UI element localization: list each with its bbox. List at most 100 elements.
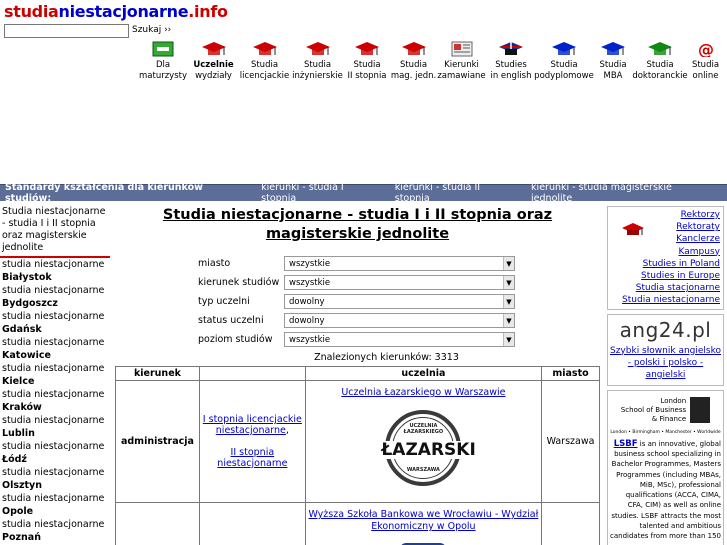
filter-row: kierunek studiów wszystkie ▼ [198, 273, 600, 292]
nav-item-11[interactable]: @ Studia online [686, 40, 725, 82]
search-input[interactable] [4, 24, 129, 38]
site-logo[interactable]: studianiestacjonarne.info [4, 2, 228, 21]
sidebar-city-item[interactable]: studia niestacjonarne Opole [0, 493, 110, 518]
nav-item-0[interactable]: Dla maturzysty [137, 40, 189, 82]
nav-label-line2: online [692, 71, 719, 81]
sidebar-city-item[interactable]: studia niestacjonarne Kraków [0, 389, 110, 414]
search-button[interactable]: Szukaj ›› [132, 25, 171, 35]
filter-label: miasto [198, 258, 231, 269]
row-miasto: Warszawa [541, 380, 600, 503]
chevron-down-icon: ▼ [503, 333, 514, 346]
lsbf-crest-icon [690, 397, 711, 424]
level-link-1[interactable]: I stopnia licencjackie niestacjonarne [203, 414, 302, 436]
chevron-down-icon: ▼ [503, 257, 514, 270]
filter-select[interactable]: wszystkie ▼ [284, 332, 515, 347]
filter-form: miasto wszystkie ▼ kierunek studiów wszystki… [198, 254, 600, 349]
filter-select[interactable]: dowolny ▼ [284, 313, 515, 328]
filter-select[interactable]: dowolny ▼ [284, 294, 515, 309]
right-sidebar: Rektorzy Rektoraty Kanclerze Kampusy Studies… [607, 206, 724, 545]
sidebar-city-item[interactable]: studia niestacjonarne Olsztyn [0, 467, 110, 492]
sidebar-city-item[interactable]: studia niestacjonarne Białystok [0, 259, 110, 284]
right-link[interactable]: Studia stacjonarne [611, 282, 720, 294]
nav-item-4[interactable]: Studia II stopnia [344, 40, 390, 82]
sidebar-city-item[interactable]: studia niestacjonarne Poznań [0, 519, 110, 544]
lsbf-banner[interactable]: London School of Business & Finance Lond… [607, 389, 724, 545]
filter-row: status uczelni dowolny ▼ [198, 311, 600, 330]
top-nav: Dla maturzysty Uczelnie wydziały Studia licen… [137, 40, 725, 82]
row-levels: I stopnia licencjackie niestacjonarne, I… [198, 380, 306, 503]
ang24-logo: ang24.pl [619, 317, 712, 342]
nav-label-line1: Kierunki [444, 60, 479, 70]
ang24-banner[interactable]: ang24.pl Szybki słownik angielsko - pols… [607, 313, 724, 386]
graduation-cap-icon [355, 40, 379, 58]
results-count: Znalezionych kierunków: 3313 [314, 352, 459, 363]
right-links-box: Rektorzy Rektoraty Kanclerze Kampusy Studies… [607, 206, 724, 310]
standards-link-1[interactable]: kierunki - studia I stopnia [261, 182, 378, 204]
nav-label-line2: II stopnia [347, 71, 387, 81]
filter-label: status uczelni [198, 315, 264, 326]
header-miasto: miasto [541, 366, 600, 381]
filter-select[interactable]: wszystkie ▼ [284, 275, 515, 290]
nav-label-line2: doktoranckie [632, 71, 688, 81]
sidebar-city-item[interactable]: studia niestacjonarne Łódź [0, 441, 110, 466]
graduation-cap-icon [401, 40, 426, 58]
nav-item-3[interactable]: Studia inżynierskie [291, 40, 344, 82]
header-empty [198, 366, 306, 381]
header-kierunek: kierunek [115, 366, 200, 381]
nav-label-line1: Studia [353, 60, 381, 70]
row-uczelnia: Uczelnia Łazarskiego w Warszawie UCZELNI… [304, 380, 543, 503]
nav-item-8[interactable]: Studia podyplomowe [534, 40, 594, 82]
graduation-cap-icon [552, 40, 576, 58]
nav-label-line2: mag. jedn. [390, 71, 437, 81]
svg-text:@: @ [698, 41, 714, 57]
matura-icon [151, 40, 175, 58]
nav-item-10[interactable]: Studia doktoranckie [632, 40, 688, 82]
nav-item-9[interactable]: Studia MBA [592, 40, 634, 82]
sidebar-city-item[interactable]: studia niestacjonarne Gdańsk [0, 311, 110, 336]
right-link[interactable]: Studia niestacjonarne [611, 294, 720, 306]
standards-link-3[interactable]: kierunki - studia magisterskie jednolite [531, 182, 710, 204]
sidebar-city-item[interactable]: studia niestacjonarne Bydgoszcz [0, 285, 110, 310]
standards-title: Standardy kształcenia dla kierunków stud… [5, 182, 203, 204]
lsbf-link[interactable]: LSBF [614, 439, 638, 449]
filter-label: kierunek studiów [198, 277, 280, 288]
left-sidebar: Studia niestacjonarne - studia I i II st… [0, 206, 110, 545]
sidebar-city-item[interactable]: studia niestacjonarne Kielce [0, 363, 110, 388]
at-icon: @ [694, 40, 718, 58]
sidebar-city-item[interactable]: studia niestacjonarne Katowice [0, 337, 110, 362]
right-link[interactable]: Kampusy [611, 246, 720, 258]
filter-label: typ uczelni [198, 296, 250, 307]
nav-label-line1: Studia [303, 60, 332, 70]
standards-link-2[interactable]: kierunki - studia II stopnia [395, 182, 514, 204]
ang24-link[interactable]: Szybki słownik angielsko - polski i pols… [608, 345, 723, 381]
sidebar-current: Studia niestacjonarne - studia I i II st… [0, 206, 110, 258]
nav-label-line1: Uczelnie [193, 60, 234, 70]
level-link-2[interactable]: II stopnia niestacjonarne [217, 447, 287, 469]
graduation-cap-icon [648, 40, 672, 58]
sidebar-city-item[interactable]: studia niestacjonarne Lublin [0, 415, 110, 440]
right-link[interactable]: Rektorzy [611, 209, 720, 221]
nav-item-1[interactable]: Uczelnie wydziały [189, 40, 238, 82]
filter-row: miasto wszystkie ▼ [198, 254, 600, 273]
nav-label-line2: MBA [603, 71, 623, 81]
lazarski-logo[interactable]: UCZELNIA ŁAZARSKIEGO ŁAZARSKI WARSZAWA [381, 410, 476, 486]
filter-label: poziom studiów [198, 334, 273, 345]
nav-label-line2: in english [490, 71, 532, 81]
nav-item-5[interactable]: Studia mag. jedn. [390, 40, 437, 82]
nav-item-2[interactable]: Studia licencjackie [238, 40, 291, 82]
nav-item-7[interactable]: Studies in english [486, 40, 536, 82]
graduation-cap-icon [601, 40, 625, 58]
nav-item-6[interactable]: Kierunki zamawiane [437, 40, 486, 82]
newspaper-icon [450, 40, 474, 58]
right-link[interactable]: Studies in Europe [611, 270, 720, 282]
uczelnia-link[interactable]: Uczelnia Łazarskiego w Warszawie [306, 387, 541, 398]
graduation-cap-icon [622, 223, 644, 241]
chevron-down-icon: ▼ [503, 276, 514, 289]
filter-select[interactable]: wszystkie ▼ [284, 256, 515, 271]
graduation-cap-icon [305, 40, 330, 58]
nav-label-line1: Studia [399, 60, 428, 70]
nav-label-line2: licencjackie [239, 71, 290, 81]
table-row: administracja I stopnia licencjackie nie… [115, 380, 600, 503]
right-link[interactable]: Studies in Poland [611, 258, 720, 270]
uczelnia-link[interactable]: Wyższa Szkoła Bankowa we Wrocławiu - Wyd… [306, 509, 541, 533]
